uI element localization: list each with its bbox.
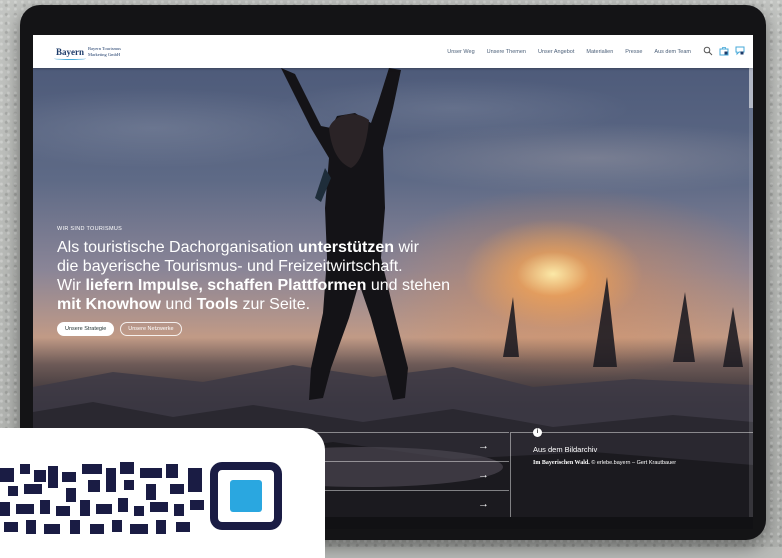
nav-item-materialien[interactable]: Materialien — [586, 49, 613, 55]
qr-code-card — [0, 428, 325, 558]
headline-text: wir — [394, 239, 419, 256]
headline-text: die bayerische Tourismus- und Freizeitwi… — [57, 258, 403, 275]
headline-emphasis: liefern Impulse — [85, 277, 199, 294]
headline-text: Wir — [57, 277, 86, 294]
archive-caption: Im Bayerischen Wald. © erlebe.bayern – G… — [533, 460, 676, 466]
site-header: Bayern Bayern Tourismus Marketing GmbH U… — [33, 35, 753, 68]
header-icons — [703, 46, 745, 56]
headline-text: , — [198, 277, 208, 294]
caption-location: Im Bayerischen Wald. — [533, 460, 590, 466]
strategy-button[interactable]: Unsere Strategie — [57, 322, 115, 336]
headline-emphasis: mit Knowhow — [57, 296, 161, 313]
logo-subtitle-line: Marketing GmbH — [88, 51, 121, 57]
briefcase-icon[interactable] — [719, 46, 729, 56]
scrollbar-track[interactable] — [749, 68, 753, 517]
headline-text: und stehen — [366, 277, 451, 294]
image-archive-info: i Aus dem Bildarchiv Im Bayerischen Wald… — [533, 428, 676, 466]
archive-title: Aus dem Bildarchiv — [533, 445, 598, 454]
cta-row: Unsere Strategie Unsere Netzwerke — [57, 322, 450, 336]
nav-item-presse[interactable]: Presse — [625, 49, 642, 55]
bayern-logo[interactable]: Bayern Bayern Tourismus Marketing GmbH — [54, 46, 121, 60]
arrow-right-icon[interactable]: → — [478, 499, 489, 510]
nav-item-aus-dem-team[interactable]: Aus dem Team — [654, 49, 691, 55]
vertical-divider — [510, 432, 511, 517]
nav-item-unsere-themen[interactable]: Unsere Themen — [487, 49, 526, 55]
headline-text: zur Seite. — [238, 296, 311, 313]
hero-eyebrow: WIR SIND TOURISMUS — [57, 226, 123, 232]
headline-emphasis: Tools — [196, 296, 239, 313]
logo-subtitle: Bayern Tourismus Marketing GmbH — [88, 46, 121, 57]
hero-headline: Als touristische Dachorganisation unters… — [57, 238, 450, 314]
headline-text: Als touristische Dachorganisation — [57, 239, 299, 256]
logo-wordmark: Bayern — [54, 46, 86, 60]
logo-subtitle-line: Bayern Tourismus — [88, 46, 121, 51]
caption-credit: © erlebe.bayern – Gert Krautbauer — [589, 460, 677, 466]
arrow-right-icon[interactable]: → — [478, 470, 489, 481]
qr-code[interactable] — [0, 458, 300, 548]
chat-icon[interactable] — [735, 46, 745, 56]
networks-button[interactable]: Unsere Netzwerke — [120, 322, 182, 336]
nav-item-unser-angebot[interactable]: Unser Angebot — [538, 49, 574, 55]
headline-emphasis: schaffen Plattformen — [207, 277, 367, 294]
search-icon[interactable] — [703, 46, 713, 56]
headline-text: und — [160, 296, 197, 313]
main-nav: Unser Weg Unsere Themen Unser Angebot Ma… — [447, 35, 691, 68]
nav-item-unser-weg[interactable]: Unser Weg — [447, 49, 474, 55]
hero-text-block: WIR SIND TOURISMUS Als touristische Dach… — [57, 226, 450, 336]
headline-emphasis: unterstützen — [298, 239, 395, 256]
scrollbar-thumb[interactable] — [749, 68, 753, 108]
arrow-right-icon[interactable]: → — [478, 441, 489, 452]
info-icon[interactable]: i — [533, 428, 542, 437]
